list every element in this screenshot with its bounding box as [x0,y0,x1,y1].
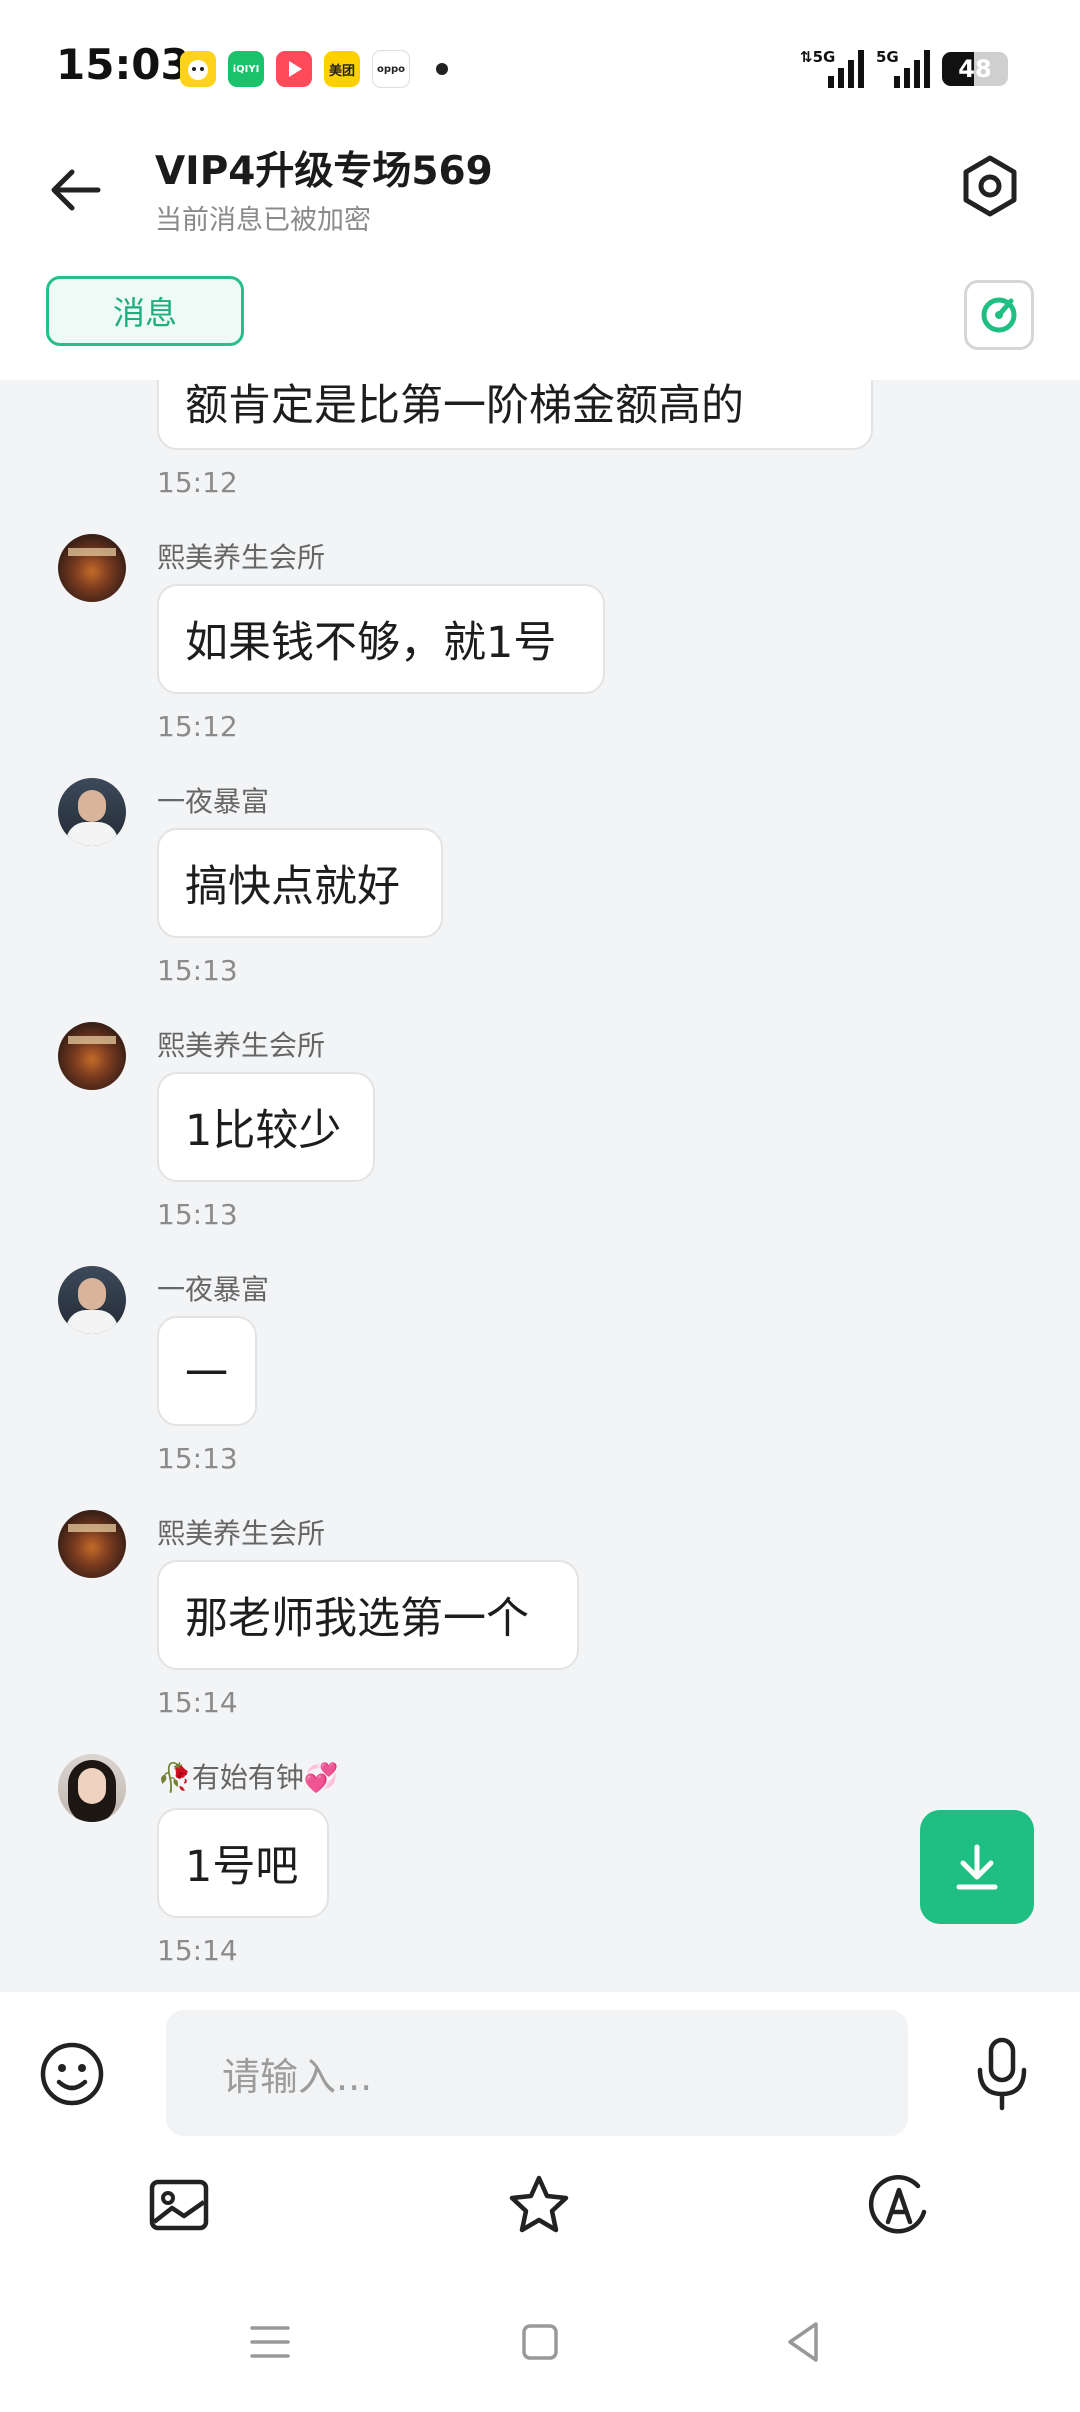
sender-name: 熙美养生会所 [157,1517,326,1550]
message-time: 15:13 [157,954,238,987]
sender-name: 一夜暴富 [157,1273,270,1306]
iqiyi-icon: iQIYI [228,51,264,87]
status-bar: 15:03 iQIYI 美团 oppo ⇅5G 5G 48 [0,0,1080,130]
message-time: 15:14 [157,1686,238,1719]
avatar[interactable] [58,1266,126,1334]
star-icon[interactable] [506,2172,572,2238]
svg-text:5G: 5G [876,48,899,66]
message-input[interactable]: 请输入... [166,2010,908,2136]
video-app-icon [276,51,312,87]
message-text: 如果钱不够，就1号 [185,618,557,668]
more-notifications-dot [436,63,448,75]
app-1-icon [180,51,216,87]
oppo-icon: oppo [372,50,410,88]
back-arrow-icon[interactable] [44,158,108,222]
image-icon[interactable] [146,2172,212,2238]
message-time: 15:14 [157,1934,238,1967]
target-button[interactable] [964,280,1034,350]
message-text: 那老师我选第一个 [185,1594,529,1644]
chat-title: VIP4升级专场569 [155,149,493,194]
emoji-icon[interactable] [38,2040,106,2108]
settings-hexagon-icon[interactable] [954,150,1026,222]
message-bubble[interactable]: 搞快点就好 [157,828,443,938]
download-arrow-icon [956,1844,998,1890]
sender-name: 一夜暴富 [157,785,270,818]
message-text: 1比较少 [185,1106,342,1156]
message-bubble[interactable]: 一 [157,1316,257,1426]
message-text: 一 [185,1350,228,1400]
message-time: 15:13 [157,1442,238,1475]
message-bubble[interactable]: 1号吧 [157,1808,329,1918]
message-text: 1号吧 [185,1842,299,1892]
microphone-icon[interactable] [974,2036,1030,2112]
avatar[interactable] [58,1022,126,1090]
battery-icon: 48 [942,52,1008,86]
message-text: 搞快点就好 [185,862,400,912]
sender-name: 熙美养生会所 [157,541,326,574]
message-time: 15:13 [157,1198,238,1231]
menu-nav-icon[interactable] [242,2314,298,2370]
signal-5g-1-icon: ⇅5G [800,48,864,88]
message-list[interactable]: 额肯定是比第一阶梯金额高的 15:12 熙美养生会所 如果钱不够，就1号 15:… [0,380,1080,1992]
avatar[interactable] [58,1510,126,1578]
tab-messages[interactable]: 消息 [46,276,244,346]
avatar[interactable] [58,534,126,602]
scroll-to-bottom-button[interactable] [920,1810,1034,1924]
signal-5g-2-icon: 5G [876,48,930,88]
meituan-icon: 美团 [324,51,360,87]
message-time: 15:12 [157,710,238,743]
sender-name: 熙美养生会所 [157,1029,326,1062]
message-bubble[interactable]: 如果钱不够，就1号 [157,584,605,694]
message-bubble[interactable]: 那老师我选第一个 [157,1560,579,1670]
message-bubble[interactable]: 1比较少 [157,1072,375,1182]
status-time: 15:03 [56,40,190,89]
notification-icons: iQIYI 美团 oppo [180,50,448,88]
svg-text:⇅5G: ⇅5G [800,48,835,66]
sender-name: 🥀有始有钟💞 [157,1761,339,1794]
text-format-icon[interactable] [866,2172,932,2238]
chat-header: VIP4升级专场569 当前消息已被加密 消息 [0,130,1080,380]
home-nav-icon[interactable] [512,2314,568,2370]
composer: 请输入... [0,1992,1080,2412]
avatar[interactable] [58,1754,126,1822]
message-bubble[interactable]: 额肯定是比第一阶梯金额高的 [157,380,873,450]
battery-level: 48 [958,55,992,83]
message-text: 额肯定是比第一阶梯金额高的 [185,381,744,431]
encryption-notice: 当前消息已被加密 [155,205,371,236]
back-nav-icon[interactable] [776,2314,832,2370]
message-time: 15:12 [157,466,238,499]
avatar[interactable] [58,778,126,846]
target-icon [981,297,1017,333]
